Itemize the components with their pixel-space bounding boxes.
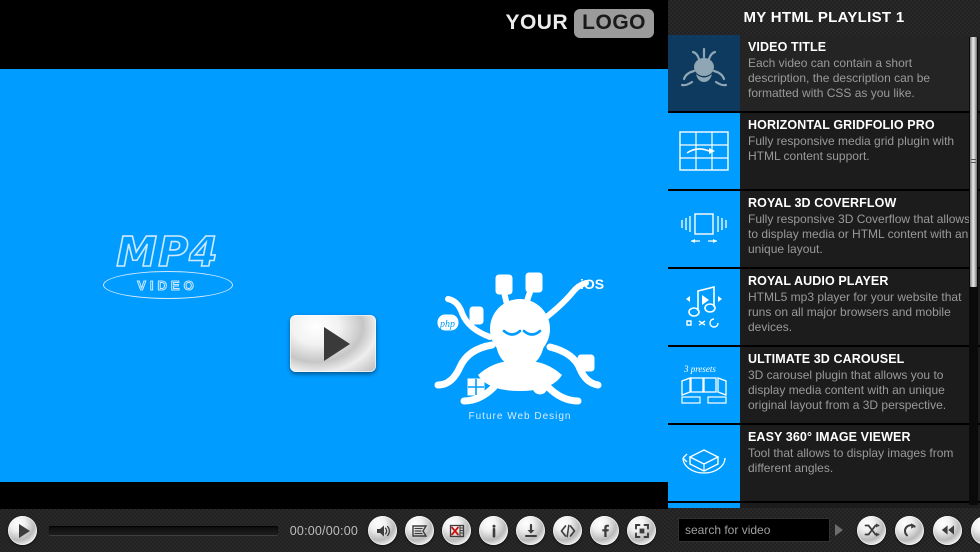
octopus-caption: Future Web Design — [468, 411, 572, 422]
playlist-item-description: 3D carousel plugin that allows you to di… — [748, 368, 947, 412]
embed-code-icon — [560, 524, 575, 537]
playlist-item-description: Fully responsive media grid plugin with … — [748, 134, 955, 163]
video-stage[interactable]: YOUR LOGO MP4 VIDEO iOS php Future Web D… — [0, 0, 668, 509]
play-icon — [324, 326, 350, 361]
progress-bar[interactable] — [49, 526, 278, 535]
next-icon — [979, 525, 980, 535]
playlist-scrollbar[interactable] — [969, 37, 978, 505]
info-icon — [492, 524, 495, 537]
playlist-icon — [411, 524, 427, 537]
octopus-icon — [680, 47, 728, 87]
playlist-panel: MY HTML PLAYLIST 1 VIDEO TITLE Each video… — [668, 0, 980, 552]
playlist-item-description: Fully responsive 3D Coverflow that allow… — [748, 212, 971, 256]
search-box[interactable] — [678, 518, 830, 542]
octopus-icon: iOS php — [430, 267, 610, 427]
next-button[interactable] — [971, 515, 980, 545]
mp4-logo-text: MP4 — [115, 228, 219, 276]
playlist-item-title: ROYAL AUDIO PLAYER — [748, 274, 889, 288]
playlist-item-description: HTML5 mp3 player for your website that r… — [748, 290, 962, 334]
playlist-item[interactable]: EASY 360° IMAGE VIEWER Tool that allows t… — [668, 425, 980, 501]
play-icon — [19, 523, 30, 538]
svg-text:php: php — [439, 319, 455, 330]
playlist-item[interactable]: ROYAL 3D COVERFLOW Fully responsive 3D Co… — [668, 191, 980, 267]
shuffle-button[interactable] — [857, 515, 886, 545]
big-play-button[interactable] — [290, 315, 376, 372]
brand-logo: YOUR LOGO — [505, 8, 654, 38]
logo-text-your: YOUR — [505, 11, 569, 34]
svg-text:iOS: iOS — [580, 276, 604, 292]
play-pause-button[interactable] — [8, 516, 37, 545]
search-submit-button[interactable] — [835, 524, 843, 536]
logo-text-logo: LOGO — [574, 8, 654, 38]
repeat-button[interactable] — [895, 515, 924, 545]
carousel-icon[interactable]: 3 presets — [668, 347, 740, 423]
music-note-icon — [686, 285, 722, 328]
facebook-share-button[interactable] — [590, 516, 619, 545]
search-input[interactable] — [679, 519, 829, 541]
close-playlist-button[interactable] — [442, 516, 471, 545]
playlist-bottom-bar — [668, 508, 980, 552]
playlist-item[interactable]: 3 presets ULTIMATE 3D CAROUSEL 3D carousel… — [668, 347, 980, 423]
octopus-icon[interactable] — [668, 35, 740, 111]
facebook-icon — [601, 524, 609, 537]
previous-button[interactable] — [933, 515, 962, 545]
cube-360-icon[interactable] — [668, 425, 740, 501]
time-display: 00:00/00:00 — [289, 523, 358, 538]
mp4-video-logo: MP4 VIDEO — [100, 228, 235, 301]
control-icon-group — [368, 516, 668, 545]
embed-code-button[interactable] — [553, 516, 582, 545]
coverflow-icon — [681, 213, 727, 243]
playlist-item-title: EASY 360° IMAGE VIEWER — [748, 430, 911, 444]
video-player-app: YOUR LOGO MP4 VIDEO iOS php Future Web D… — [0, 0, 980, 552]
repeat-icon — [903, 523, 916, 537]
playlist-item-description: Each video can contain a short descripti… — [748, 56, 931, 100]
playlist-items-list[interactable]: VIDEO TITLE Each video can contain a shor… — [668, 35, 980, 508]
playlist-item[interactable]: HORIZONTAL GRIDFOLIO PRO Fully responsive… — [668, 113, 980, 189]
playlist-item-text: HORIZONTAL GRIDFOLIO PRO Fully responsive… — [740, 113, 980, 189]
playlist-title: MY HTML PLAYLIST 1 — [668, 0, 980, 35]
video-poster-slide: MP4 VIDEO iOS php Future Web Design — [0, 69, 668, 482]
video-frame[interactable]: MP4 VIDEO iOS php Future Web Design — [0, 69, 668, 482]
previous-icon — [941, 525, 954, 535]
coverflow-icon[interactable] — [668, 191, 740, 267]
download-button[interactable] — [516, 516, 545, 545]
playlist-item-title: ROYAL 3D COVERFLOW — [748, 196, 897, 210]
player-control-bar: 00:00/00:00 — [0, 509, 668, 552]
info-button[interactable] — [479, 516, 508, 545]
playlist-item-text: VIDEO TITLE Each video can contain a shor… — [740, 35, 980, 111]
playlist-item-text: ROYAL AUDIO PLAYER HTML5 mp3 player for y… — [740, 269, 980, 345]
svg-text:3 presets: 3 presets — [683, 364, 716, 374]
playlist-item-title: VIDEO TITLE — [748, 40, 827, 54]
volume-button[interactable] — [368, 516, 397, 545]
fullscreen-icon — [634, 523, 649, 538]
playlist-item[interactable]: ROYAL AUDIO PLAYER HTML5 mp3 player for y… — [668, 269, 980, 345]
carousel-icon: 3 presets — [681, 364, 727, 404]
scrollbar-grip-icon — [971, 159, 976, 165]
volume-icon — [376, 525, 390, 536]
grid-icon[interactable] — [668, 113, 740, 189]
mp4-logo-ellipse: VIDEO — [102, 271, 233, 299]
playlist-item[interactable]: VIDEO TITLE Each video can contain a shor… — [668, 35, 980, 111]
playlist-item-text: ROYAL 3D COVERFLOW Fully responsive 3D Co… — [740, 191, 980, 267]
playlist-item-title: HORIZONTAL GRIDFOLIO PRO — [748, 118, 935, 132]
fullscreen-button[interactable] — [627, 516, 656, 545]
music-note-icon[interactable] — [668, 269, 740, 345]
playlist-item-text: ULTIMATE 3D CAROUSEL 3D carousel plugin t… — [740, 347, 980, 423]
grid-icon — [679, 131, 729, 171]
mp4-logo-subtext: VIDEO — [137, 277, 198, 293]
playlist-item-description: Tool that allows to display images from … — [748, 446, 954, 475]
stage-letterbox — [0, 482, 668, 509]
playlist-button[interactable] — [405, 516, 434, 545]
progress-track — [49, 526, 278, 535]
playlist-item-text: EASY 360° IMAGE VIEWER Tool that allows t… — [740, 425, 980, 501]
close-playlist-icon — [449, 524, 464, 537]
logo-bar: YOUR LOGO — [0, 0, 668, 69]
shuffle-icon — [864, 523, 879, 537]
download-icon — [524, 523, 537, 537]
playlist-control-group — [857, 515, 980, 545]
playlist-scrollbar-thumb[interactable] — [970, 37, 977, 287]
cube-360-icon — [682, 449, 726, 474]
playlist-item-title: ULTIMATE 3D CAROUSEL — [748, 352, 905, 366]
